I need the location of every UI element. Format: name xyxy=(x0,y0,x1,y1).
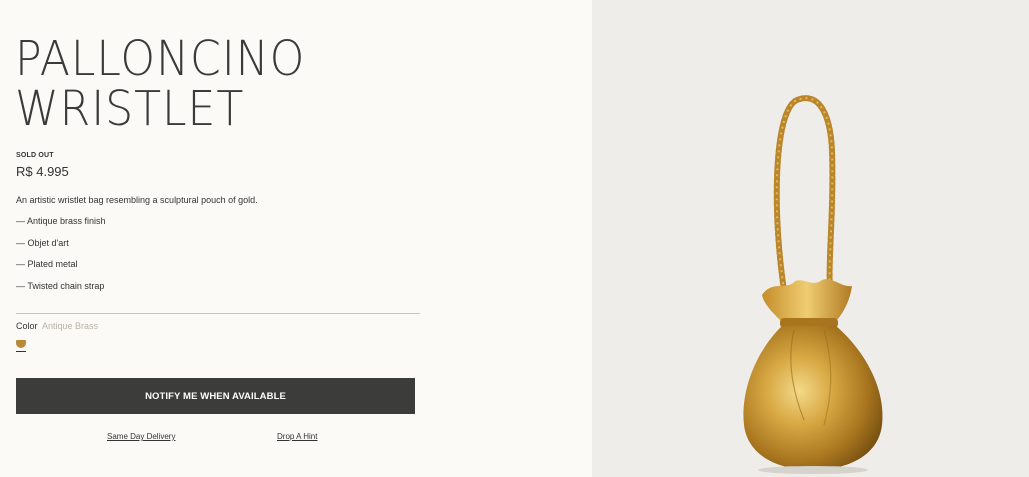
drop-a-hint-link[interactable]: Drop A Hint xyxy=(277,432,317,441)
product-price: R$ 4.995 xyxy=(16,164,69,179)
product-title-line-2: WRISTLET xyxy=(15,81,245,137)
feature-item: — Objet d'art xyxy=(16,237,69,248)
feature-item: — Antique brass finish xyxy=(16,216,106,226)
color-swatch-antique-brass[interactable] xyxy=(16,340,26,348)
same-day-delivery-link[interactable]: Same Day Delivery xyxy=(107,432,175,441)
notify-me-button[interactable]: NOTIFY ME WHEN AVAILABLE xyxy=(16,378,415,414)
feature-item: — Plated metal xyxy=(16,259,78,269)
product-title-line-1: PALLONCINO xyxy=(15,31,306,87)
sold-out-badge: SOLD OUT xyxy=(16,152,54,159)
feature-list: — Antique brass finish — Objet d'art — P… xyxy=(16,216,106,302)
section-divider xyxy=(16,313,420,314)
product-description: An artistic wristlet bag resembling a sc… xyxy=(16,195,258,205)
color-value: Antique Brass xyxy=(42,321,99,331)
product-image xyxy=(743,95,883,474)
product-title: PALLONCINO WRISTLET xyxy=(15,31,306,137)
color-selector-label: Color Antique Brass xyxy=(16,321,98,331)
color-label: Color xyxy=(16,321,38,331)
selected-swatch-indicator xyxy=(16,351,26,352)
product-info-panel: PALLONCINO WRISTLET SOLD OUT R$ 4.995 An… xyxy=(0,0,592,477)
feature-item: — Twisted chain strap xyxy=(16,280,105,291)
product-image-panel xyxy=(592,0,1029,477)
